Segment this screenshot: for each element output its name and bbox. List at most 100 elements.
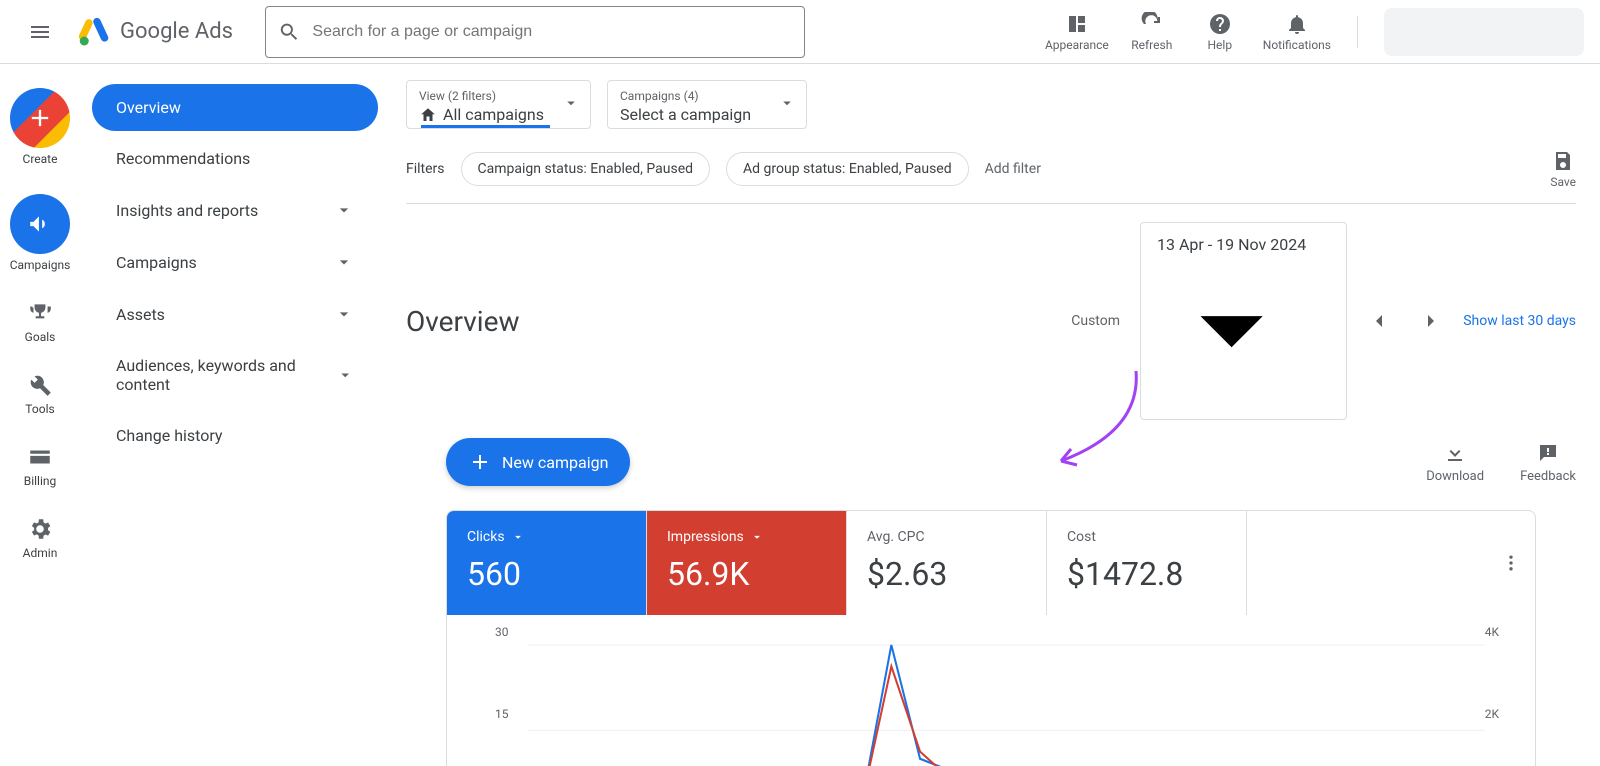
- metric-impressions[interactable]: Impressions 56.9K: [647, 511, 847, 615]
- logo: Google Ads: [76, 14, 233, 50]
- refresh-button[interactable]: Refresh: [1127, 12, 1177, 52]
- more-vert-icon: [1501, 553, 1521, 573]
- y-right-tick: 4K: [1485, 625, 1499, 639]
- sidenav-audiences[interactable]: Audiences, keywords and content: [92, 342, 378, 408]
- help-button[interactable]: Help: [1195, 12, 1245, 52]
- rail-tools[interactable]: Tools: [25, 372, 54, 416]
- rail-goals-label: Goals: [25, 330, 56, 344]
- refresh-icon: [1140, 12, 1164, 36]
- search-box[interactable]: [265, 6, 805, 58]
- metric-label: Cost: [1067, 529, 1096, 545]
- sidenav-campaigns[interactable]: Campaigns: [92, 238, 378, 286]
- sidenav-item-label: Change history: [116, 426, 223, 445]
- new-campaign-button[interactable]: New campaign: [446, 438, 630, 486]
- sidenav-item-label: Overview: [116, 98, 181, 117]
- appearance-label: Appearance: [1045, 38, 1109, 52]
- megaphone-icon: [27, 211, 53, 237]
- feedback-button[interactable]: Feedback: [1520, 441, 1576, 484]
- download-label: Download: [1426, 469, 1484, 484]
- sidenav-item-label: Audiences, keywords and content: [116, 356, 336, 394]
- sidenav-overview[interactable]: Overview: [92, 84, 378, 131]
- divider: [1357, 16, 1358, 48]
- sidenav-recommendations[interactable]: Recommendations: [92, 135, 378, 182]
- rail-admin[interactable]: Admin: [23, 516, 58, 560]
- page-title: Overview: [406, 305, 520, 338]
- save-icon: [1551, 149, 1575, 173]
- rail-campaigns-label: Campaigns: [10, 258, 71, 272]
- chevron-down-icon: [334, 252, 354, 272]
- sidenav-change-history[interactable]: Change history: [92, 412, 378, 459]
- notifications-button[interactable]: Notifications: [1263, 12, 1331, 52]
- active-underline: [421, 125, 550, 128]
- caret-down-icon: [750, 530, 764, 544]
- plus-icon: [468, 450, 492, 474]
- metric-value: $1472.8: [1067, 555, 1226, 593]
- rail-goals[interactable]: Goals: [25, 300, 56, 344]
- feedback-label: Feedback: [1520, 469, 1576, 484]
- metric-cost[interactable]: Cost $1472.8: [1047, 511, 1247, 615]
- campaign-selector[interactable]: Campaigns (4) Select a campaign: [607, 80, 807, 129]
- view-selector-label: View (2 filters): [419, 89, 578, 103]
- refresh-label: Refresh: [1131, 38, 1172, 52]
- rail-billing[interactable]: Billing: [24, 444, 57, 488]
- trophy-icon: [27, 300, 53, 326]
- campaign-selector-label: Campaigns (4): [620, 89, 794, 103]
- search-input[interactable]: [312, 23, 792, 41]
- annotation-arrow: [1041, 366, 1151, 476]
- metric-avg-cpc[interactable]: Avg. CPC $2.63: [847, 511, 1047, 615]
- help-label: Help: [1207, 38, 1232, 52]
- chevron-right-icon: [1419, 309, 1443, 333]
- feedback-icon: [1536, 441, 1560, 465]
- home-icon: [419, 106, 437, 124]
- rail-tools-label: Tools: [25, 402, 54, 416]
- rail-admin-label: Admin: [23, 546, 58, 560]
- account-switcher[interactable]: [1384, 8, 1584, 56]
- filters-label: Filters: [406, 161, 445, 177]
- caret-down-icon: [511, 530, 525, 544]
- date-next-button[interactable]: [1411, 301, 1451, 341]
- campaign-selector-value: Select a campaign: [620, 105, 751, 124]
- metric-label: Clicks: [467, 529, 505, 545]
- metric-label: Impressions: [667, 529, 744, 545]
- hamburger-menu[interactable]: [16, 8, 64, 56]
- rail-create-label: Create: [23, 152, 58, 166]
- menu-icon: [28, 20, 52, 44]
- new-campaign-label: New campaign: [502, 453, 608, 472]
- y-left-tick: 30: [495, 625, 509, 639]
- chevron-down-icon: [334, 304, 354, 324]
- download-icon: [1443, 441, 1467, 465]
- view-selector[interactable]: View (2 filters) All campaigns: [406, 80, 591, 129]
- card-icon: [27, 444, 53, 470]
- sidenav-item-label: Campaigns: [116, 253, 197, 272]
- date-range-type: Custom: [1071, 313, 1120, 329]
- chevron-down-icon: [336, 365, 354, 385]
- metric-value: 56.9K: [667, 555, 826, 593]
- filter-chip-campaign-status[interactable]: Campaign status: Enabled, Paused: [461, 152, 711, 186]
- download-button[interactable]: Download: [1426, 441, 1484, 484]
- performance-chart: 30 15 0 4K 2K 0 8 Apr 2019 18 Nov 2019: [447, 615, 1535, 766]
- appearance-button[interactable]: Appearance: [1045, 12, 1109, 52]
- rail-billing-label: Billing: [24, 474, 57, 488]
- chart-svg: [487, 629, 1505, 766]
- show-last-30-link[interactable]: Show last 30 days: [1463, 313, 1576, 329]
- sidenav-assets[interactable]: Assets: [92, 290, 378, 338]
- save-filters-button[interactable]: Save: [1550, 149, 1576, 189]
- logo-text: Google Ads: [120, 19, 233, 44]
- performance-card: Clicks 560 Impressions 56.9K Avg. CPC $2…: [446, 510, 1536, 766]
- y-right-tick: 2K: [1485, 707, 1499, 721]
- sidenav-item-label: Recommendations: [116, 149, 250, 168]
- add-filter-button[interactable]: Add filter: [985, 161, 1041, 177]
- notifications-label: Notifications: [1263, 38, 1331, 52]
- filter-chip-adgroup-status[interactable]: Ad group status: Enabled, Paused: [726, 152, 969, 186]
- metric-more-button[interactable]: [1487, 511, 1535, 615]
- date-prev-button[interactable]: [1359, 301, 1399, 341]
- metric-clicks[interactable]: Clicks 560: [447, 511, 647, 615]
- chevron-down-icon: [778, 94, 796, 112]
- date-range-selector[interactable]: 13 Apr - 19 Nov 2024: [1140, 222, 1347, 420]
- rail-create[interactable]: Create: [10, 88, 70, 166]
- rail-campaigns[interactable]: Campaigns: [10, 194, 71, 272]
- chevron-down-icon: [562, 94, 580, 112]
- bell-icon: [1285, 12, 1309, 36]
- y-left-tick: 15: [495, 707, 509, 721]
- sidenav-insights[interactable]: Insights and reports: [92, 186, 378, 234]
